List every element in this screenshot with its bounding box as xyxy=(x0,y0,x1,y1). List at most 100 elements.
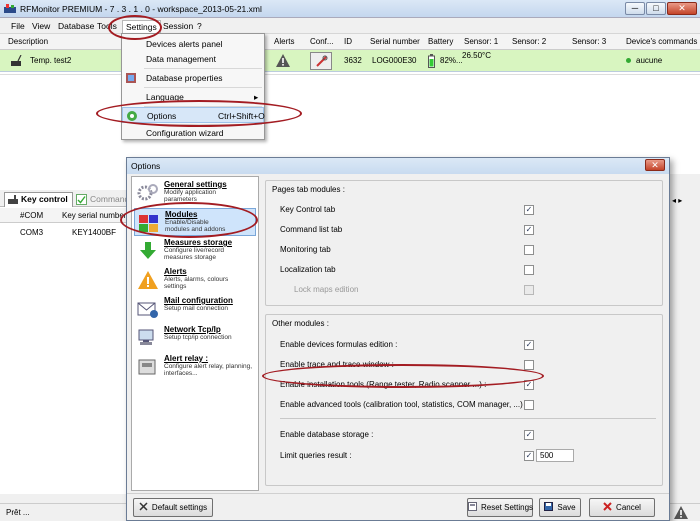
menu-session[interactable]: Session xyxy=(160,20,196,33)
nav-title: Mail configuration xyxy=(164,296,233,305)
opt-formulas-label: Enable devices formulas edition : xyxy=(280,340,398,349)
col-serial[interactable]: Serial number xyxy=(370,37,420,46)
wrench-icon xyxy=(316,55,328,67)
nav-general-settings[interactable]: General settings Modify application para… xyxy=(134,179,256,207)
menu-item-data-management[interactable]: Data management xyxy=(122,51,264,67)
table-row[interactable]: Temp. test2 3632 LOG000E30 82%... 26.50°… xyxy=(0,50,700,72)
opt-limit-queries-label: Limit queries result : xyxy=(280,451,352,460)
col-id[interactable]: ID xyxy=(344,37,352,46)
status-text: Prêt ... xyxy=(6,508,30,517)
opt-key-control-checkbox[interactable]: ✓ xyxy=(524,205,534,215)
nav-measures-storage[interactable]: Measures storage Configure live/record m… xyxy=(134,237,256,265)
menu-file[interactable]: File xyxy=(8,20,28,33)
col-sensor1[interactable]: Sensor: 1 xyxy=(464,37,498,46)
opt-monitoring-checkbox[interactable] xyxy=(524,245,534,255)
key-icon xyxy=(8,195,18,204)
cell-description: Temp. test2 xyxy=(30,56,72,65)
menu-settings[interactable]: Settings xyxy=(122,20,161,33)
tab-key-control[interactable]: Key control xyxy=(4,192,73,207)
group-title: Pages tab modules : xyxy=(272,185,345,194)
pages-tab-group: Pages tab modules : Key Control tab ✓ Co… xyxy=(265,180,663,306)
nav-desc: Configure live/record measures storage xyxy=(164,247,224,261)
opt-advanced-tools-checkbox[interactable] xyxy=(524,400,534,410)
gear-icon xyxy=(137,184,158,201)
col-alerts[interactable]: Alerts xyxy=(274,37,294,46)
nav-mail-configuration[interactable]: Mail configuration Setup mail connection xyxy=(134,295,256,323)
cell-battery: 82%... xyxy=(440,56,463,65)
tab-command[interactable]: Command xyxy=(74,193,133,207)
col-commands[interactable]: Device's commands xyxy=(626,37,697,46)
database-icon xyxy=(126,73,136,83)
menu-item-database-properties[interactable]: Database properties xyxy=(122,70,264,86)
dialog-close-button[interactable]: ✕ xyxy=(645,159,665,171)
network-icon xyxy=(138,329,154,345)
save-button[interactable]: Save xyxy=(539,498,581,517)
config-button[interactable] xyxy=(310,52,332,70)
reset-settings-button[interactable]: Reset Settings xyxy=(467,498,533,517)
opt-key-control-label: Key Control tab xyxy=(280,205,336,214)
maximize-button[interactable]: □ xyxy=(646,2,666,15)
col-sensor2[interactable]: Sensor: 2 xyxy=(512,37,546,46)
opt-lock-maps-label: Lock maps edition xyxy=(294,285,359,294)
nav-alerts[interactable]: Alerts Alerts, alarms, colours settings xyxy=(134,266,256,294)
minimize-button[interactable]: ─ xyxy=(625,2,645,15)
opt-formulas-checkbox[interactable]: ✓ xyxy=(524,340,534,350)
reset-settings-label: Reset Settings xyxy=(481,503,534,512)
nav-desc: Alerts, alarms, colours settings xyxy=(164,276,229,290)
col-com[interactable]: #COM xyxy=(20,211,43,220)
default-settings-button[interactable]: Default settings xyxy=(133,498,213,517)
limit-queries-input[interactable]: 500 xyxy=(536,449,574,462)
warning-icon xyxy=(138,271,158,289)
menu-item-options[interactable]: Options Ctrl+Shift+O xyxy=(122,107,265,123)
cell-id: 3632 xyxy=(344,56,362,65)
opt-lock-maps-checkbox xyxy=(524,285,534,295)
opt-database-storage-checkbox[interactable]: ✓ xyxy=(524,430,534,440)
tab-scroll-arrows[interactable]: ◂ ▸ xyxy=(672,196,682,205)
menu-separator xyxy=(144,68,262,69)
menu-item-shortcut: Ctrl+Shift+O xyxy=(218,111,265,121)
options-icon xyxy=(127,111,137,121)
dialog-title: Options xyxy=(131,161,161,171)
opt-trace-label: Enable trace and trace window : xyxy=(280,360,394,369)
menu-item-devices-alerts-panel[interactable]: Devices alerts panel xyxy=(122,36,264,52)
nav-title: Modules xyxy=(165,210,198,219)
menu-view[interactable]: View xyxy=(29,20,53,33)
window-title: RFMonitor PREMIUM - 7 . 3 . 1 . 0 - work… xyxy=(20,4,262,14)
opt-trace-checkbox[interactable] xyxy=(524,360,534,370)
opt-command-list-checkbox[interactable]: ✓ xyxy=(524,225,534,235)
menu-item-language[interactable]: Language ▸ xyxy=(122,89,264,105)
opt-localization-checkbox[interactable] xyxy=(524,265,534,275)
col-key-serial[interactable]: Key serial number xyxy=(62,211,126,220)
options-nav: General settings Modify application para… xyxy=(131,176,259,491)
cancel-button[interactable]: Cancel xyxy=(589,498,655,517)
menu-help[interactable]: ? xyxy=(194,20,205,33)
nav-alert-relay[interactable]: Alert relay : Configure alert relay, pla… xyxy=(134,353,256,381)
col-sensor3[interactable]: Sensor: 3 xyxy=(572,37,606,46)
col-conf[interactable]: Conf... xyxy=(310,37,334,46)
opt-limit-queries-checkbox[interactable]: ✓ xyxy=(524,451,534,461)
nav-title: General settings xyxy=(164,180,227,189)
menu-bar: File View Database Tools Settings Sessio… xyxy=(0,18,700,34)
col-battery[interactable]: Battery xyxy=(428,37,453,46)
options-dialog: Options ✕ General settings Modify applic… xyxy=(126,157,670,521)
opt-installation-tools-checkbox[interactable]: ✓ xyxy=(524,380,534,390)
col-description[interactable]: Description xyxy=(8,37,48,46)
menu-database[interactable]: Database xyxy=(55,20,97,33)
cancel-label: Cancel xyxy=(616,503,641,512)
tab-key-control-label: Key control xyxy=(21,194,68,204)
menu-item-label: Data management xyxy=(146,54,216,64)
warning-icon[interactable] xyxy=(674,506,688,519)
menu-item-configuration-wizard[interactable]: Configuration wizard xyxy=(122,125,264,141)
nav-title: Measures storage xyxy=(164,238,233,247)
opt-monitoring-label: Monitoring tab xyxy=(280,245,331,254)
nav-desc: Configure alert relay, planning, interfa… xyxy=(164,363,253,377)
nav-modules[interactable]: Modules Enable/Disable modules and addon… xyxy=(134,208,256,236)
menu-tools[interactable]: Tools xyxy=(94,20,120,33)
warning-icon[interactable] xyxy=(276,54,290,67)
opt-advanced-tools-label: Enable advanced tools (calibration tool,… xyxy=(280,400,528,409)
cancel-icon xyxy=(603,502,612,511)
nav-network[interactable]: Network Tcp/Ip Setup tcp/ip connection xyxy=(134,324,256,352)
close-button[interactable]: ✕ xyxy=(667,2,697,15)
group-title: Other modules : xyxy=(272,319,329,328)
dialog-title-bar: Options ✕ xyxy=(127,158,669,174)
